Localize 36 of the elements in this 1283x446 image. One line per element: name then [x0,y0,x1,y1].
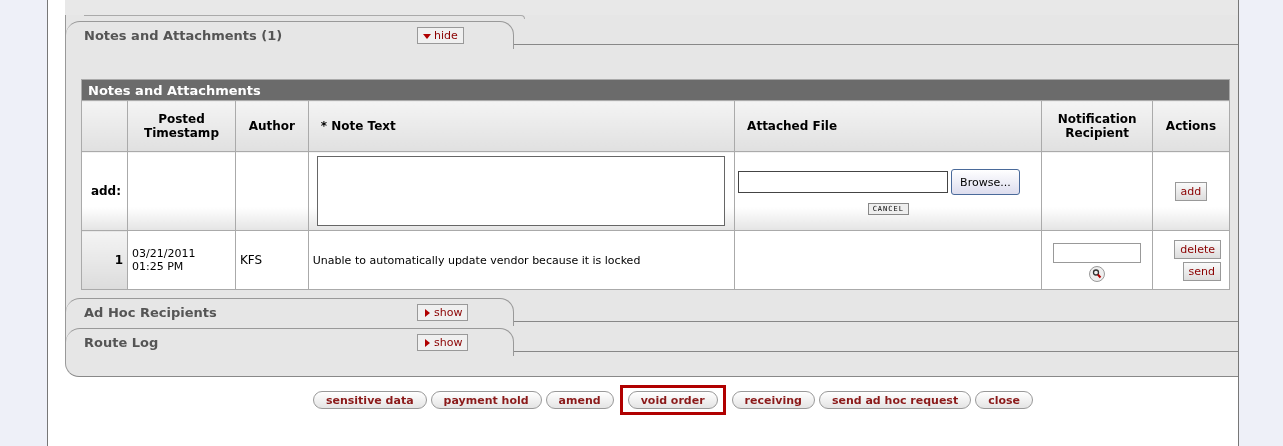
note-text: Unable to automatically update vendor because it is locked [312,253,642,267]
recipient-field[interactable] [1053,242,1142,263]
action-button[interactable]: delete [1174,239,1221,259]
action-button[interactable]: payment hold [430,391,542,409]
add-button[interactable]: add [1174,181,1208,201]
action-button[interactable]: void order [627,391,718,409]
table-title: Notes and Attachments [81,79,1230,101]
triangle-right-icon [423,308,431,317]
action-button[interactable]: sensitive data [312,391,427,409]
timestamp-text: 03/21/2011 01:25 PM [132,247,197,273]
triangle-down-icon [423,31,431,40]
column-header: * Note Text [308,100,735,152]
show-button[interactable]: show [417,334,469,351]
section-title: Notes and Attachments (1) [84,28,284,43]
hide-button[interactable]: hide [417,27,464,44]
action-button[interactable]: send [1182,261,1221,281]
search-icon[interactable] [1089,265,1106,282]
column-header: Notification Recipient [1041,100,1153,152]
column-header: Author [235,100,309,152]
action-button[interactable]: receiving [731,391,815,409]
section-title: Ad Hoc Recipients [84,305,218,320]
file-field[interactable] [738,171,949,193]
note-text-field[interactable] [317,156,726,226]
column-header: Actions [1152,100,1230,152]
action-button[interactable]: send ad hoc request [818,391,972,409]
action-button[interactable]: close [975,391,1034,409]
triangle-right-icon [423,338,431,347]
row-number: 1 [81,230,128,290]
section-title: Route Log [84,335,160,350]
row-header: add: [81,151,128,231]
column-header: Posted Timestamp [127,100,236,152]
column-header: Attached File [734,100,1042,152]
browse-button[interactable]: Browse... [951,169,1020,195]
action-button[interactable]: amend [545,391,614,409]
author-text: KFS [239,253,263,267]
show-button[interactable]: show [417,304,469,321]
